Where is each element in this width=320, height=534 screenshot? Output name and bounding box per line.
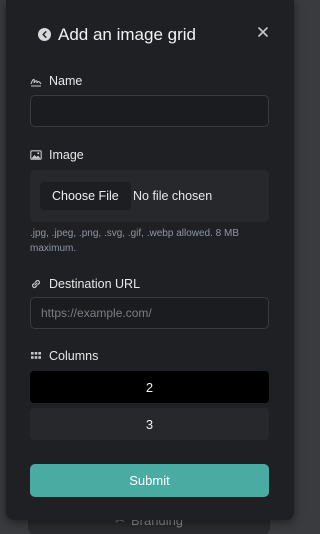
grid-icon [31,352,41,359]
add-image-grid-modal: Add an image grid Name Image Choose File… [6,0,294,520]
image-icon [30,150,42,160]
modal-title: Add an image grid [58,25,196,44]
modal-header: Add an image grid [6,0,294,70]
image-label: Image [30,148,84,162]
image-label-text: Image [49,148,84,162]
image-file-input[interactable]: Choose File No file chosen [30,170,269,222]
close-icon[interactable] [256,25,270,39]
destination-url-label-text: Destination URL [49,277,141,291]
name-input[interactable] [30,95,269,127]
submit-button[interactable]: Submit [30,464,269,497]
columns-label-text: Columns [49,349,99,363]
image-help-text: .jpg, .jpeg, .png, .svg, .gif, .webp all… [30,228,240,254]
signature-icon [30,78,42,87]
destination-url-label: Destination URL [30,277,140,291]
destination-url-input[interactable] [30,297,269,329]
name-label-text: Name [49,74,83,88]
columns-option-3[interactable]: 3 [30,408,269,440]
columns-option-2[interactable]: 2 [30,371,269,403]
choose-file-button[interactable]: Choose File [40,182,131,210]
link-icon [31,279,41,289]
name-label: Name [30,74,82,88]
columns-label: Columns [30,349,98,363]
file-status-text: No file chosen [133,189,213,203]
arrow-left-circle-icon[interactable] [38,28,51,41]
